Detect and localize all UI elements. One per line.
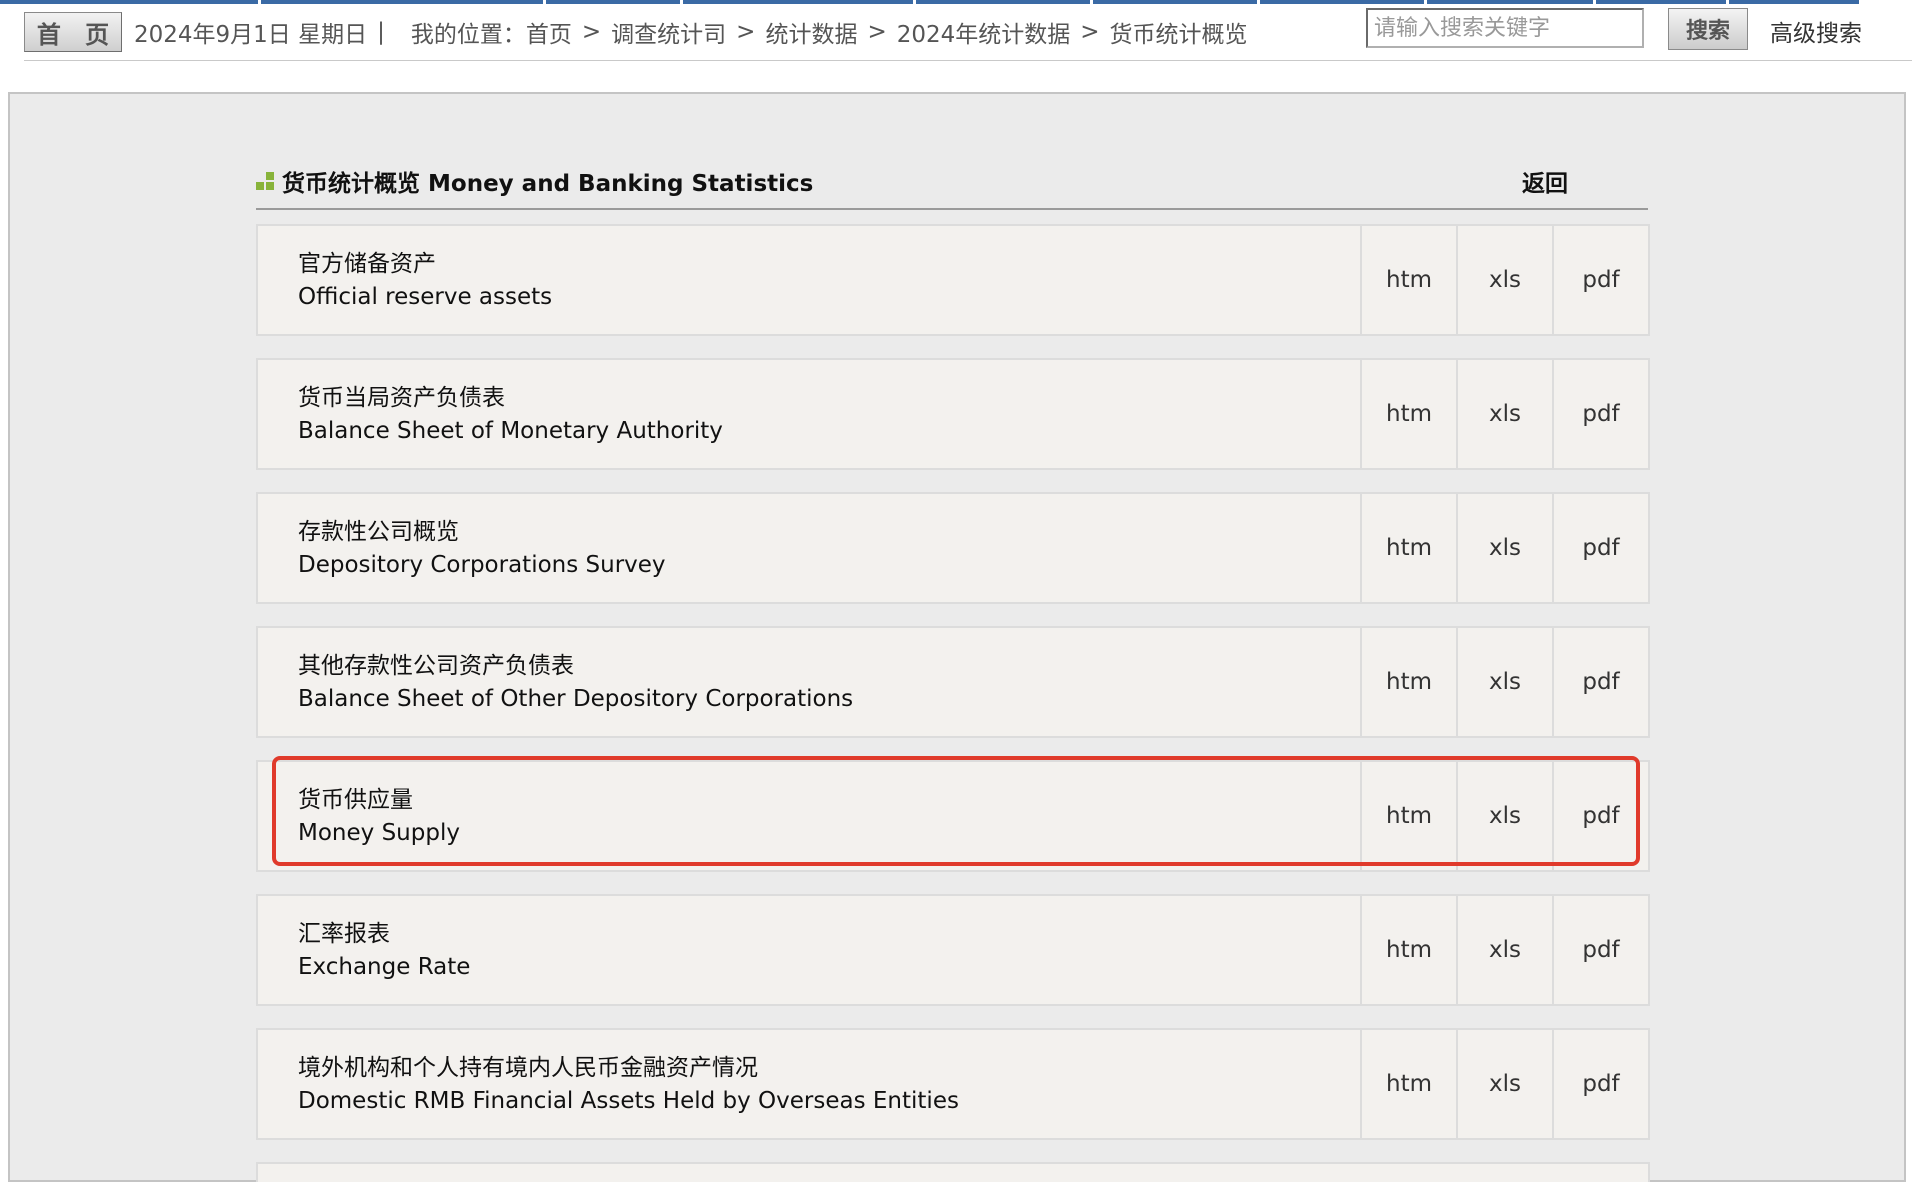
breadcrumb-arrow: > — [736, 19, 756, 45]
location-label: 我的位置： — [410, 22, 526, 48]
current-date: 2024年9月1日 星期日 — [134, 22, 368, 48]
row-title-zh: 货币当局资产负债表 — [298, 385, 505, 411]
row-title: 其他存款性公司资产负债表 Balance Sheet of Other Depo… — [258, 628, 1362, 736]
pdf-link[interactable]: pdf — [1554, 628, 1648, 736]
pdf-link[interactable]: pdf — [1554, 360, 1648, 468]
row-title-zh: 其他存款性公司资产负债表 — [298, 653, 574, 679]
pdf-link[interactable]: pdf — [1554, 762, 1648, 870]
breadcrumb-statistics[interactable]: 统计数据 — [765, 15, 857, 49]
pdf-link[interactable]: pdf — [1554, 226, 1648, 334]
breadcrumb-arrow: > — [867, 19, 887, 45]
table-row-highlighted: 货币供应量 Money Supply htm xls pdf — [256, 756, 1650, 872]
row-title: 汇率报表 Exchange Rate — [258, 896, 1362, 1004]
xls-link[interactable]: xls — [1458, 896, 1554, 1004]
table-row-partial — [256, 1162, 1650, 1182]
htm-link[interactable]: htm — [1362, 226, 1458, 334]
row-title-en: Exchange Rate — [298, 954, 471, 980]
htm-link[interactable]: htm — [1362, 896, 1458, 1004]
row-title-zh: 存款性公司概览 — [298, 519, 459, 545]
search-input[interactable] — [1366, 8, 1644, 48]
row-title-en: Domestic RMB Financial Assets Held by Ov… — [298, 1088, 959, 1114]
pdf-link[interactable]: pdf — [1554, 494, 1648, 602]
section-title: 货币统计概览 Money and Banking Statistics — [282, 171, 814, 197]
row-title-zh: 汇率报表 — [298, 921, 390, 947]
xls-link[interactable]: xls — [1458, 360, 1554, 468]
table-row: 存款性公司概览 Depository Corporations Survey h… — [256, 492, 1650, 604]
breadcrumb: 我的位置： 首页 > 调查统计司 > 统计数据 > 2024年统计数据 > 货币… — [411, 15, 1248, 49]
table-row: 官方储备资产 Official reserve assets htm xls p… — [256, 224, 1650, 336]
row-title: 货币当局资产负债表 Balance Sheet of Monetary Auth… — [258, 360, 1362, 468]
htm-link[interactable]: htm — [1362, 762, 1458, 870]
xls-link[interactable]: xls — [1458, 494, 1554, 602]
breadcrumb-arrow: > — [1080, 19, 1100, 45]
row-title-en: Balance Sheet of Monetary Authority — [298, 418, 723, 444]
row-title-en: Depository Corporations Survey — [298, 552, 666, 578]
section-header: 货币统计概览 Money and Banking Statistics 返回 — [256, 158, 1648, 210]
row-title-en: Money Supply — [298, 820, 460, 846]
row-title: 官方储备资产 Official reserve assets — [258, 226, 1362, 334]
breadcrumb-department[interactable]: 调查统计司 — [611, 15, 726, 49]
htm-link[interactable]: htm — [1362, 1030, 1458, 1138]
table-row: 境外机构和个人持有境内人民币金融资产情况 Domestic RMB Financ… — [256, 1028, 1650, 1140]
home-button[interactable]: 首 页 — [24, 12, 122, 52]
row-title-en: Balance Sheet of Other Depository Corpor… — [298, 686, 854, 712]
xls-link[interactable]: xls — [1458, 762, 1554, 870]
breadcrumb-current[interactable]: 货币统计概览 — [1110, 15, 1248, 49]
pdf-link[interactable]: pdf — [1554, 896, 1648, 1004]
htm-link[interactable]: htm — [1362, 628, 1458, 736]
xls-link[interactable]: xls — [1458, 226, 1554, 334]
breadcrumb-year[interactable]: 2024年统计数据 — [897, 15, 1071, 49]
pdf-link[interactable]: pdf — [1554, 1030, 1648, 1138]
row-title: 货币供应量 Money Supply — [258, 762, 1362, 870]
row-title: 境外机构和个人持有境内人民币金融资产情况 Domestic RMB Financ… — [258, 1030, 1362, 1138]
date-separator: | — [377, 19, 385, 45]
row-title-zh: 官方储备资产 — [298, 251, 436, 277]
row-title-zh: 境外机构和个人持有境内人民币金融资产情况 — [298, 1055, 758, 1081]
table-row: 其他存款性公司资产负债表 Balance Sheet of Other Depo… — [256, 626, 1650, 738]
green-squares-icon — [256, 172, 276, 192]
statistics-table: 官方储备资产 Official reserve assets htm xls p… — [256, 224, 1650, 1182]
htm-link[interactable]: htm — [1362, 360, 1458, 468]
xls-link[interactable]: xls — [1458, 628, 1554, 736]
row-title-en: Official reserve assets — [298, 284, 553, 310]
breadcrumb-arrow: > — [581, 19, 602, 45]
htm-link[interactable]: htm — [1362, 494, 1458, 602]
row-title: 存款性公司概览 Depository Corporations Survey — [258, 494, 1362, 602]
advanced-search-link[interactable]: 高级搜索 — [1770, 14, 1862, 48]
back-link[interactable]: 返回 — [1522, 164, 1568, 198]
row-title-zh: 货币供应量 — [298, 787, 413, 813]
table-row: 货币当局资产负债表 Balance Sheet of Monetary Auth… — [256, 358, 1650, 470]
table-row: 汇率报表 Exchange Rate htm xls pdf — [256, 894, 1650, 1006]
search-button[interactable]: 搜索 — [1668, 8, 1748, 50]
breadcrumb-home[interactable]: 首页 — [526, 15, 572, 49]
xls-link[interactable]: xls — [1458, 1030, 1554, 1138]
